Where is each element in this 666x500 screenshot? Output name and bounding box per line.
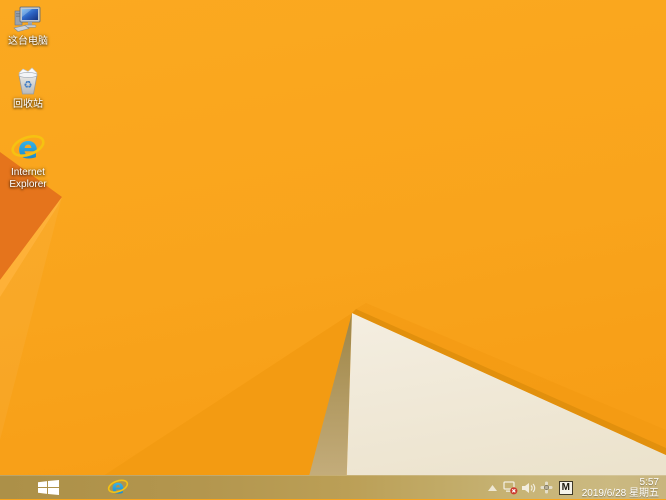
start-button[interactable]	[30, 476, 66, 500]
show-hidden-icons-button[interactable]	[485, 476, 501, 500]
speaker-icon	[521, 482, 535, 493]
clock-date: 2019/6/28 星期五	[581, 487, 659, 499]
clock-time: 5:57	[639, 476, 659, 488]
internet-explorer-icon: e	[11, 131, 45, 165]
cross-utility-icon	[540, 481, 553, 494]
desktop-icon-recycle-bin[interactable]: ♻ 回收站	[0, 65, 56, 111]
this-pc-icon	[13, 6, 41, 32]
svg-text:♻: ♻	[24, 80, 33, 91]
windows-logo-icon	[37, 480, 59, 495]
desktop-icon-this-pc[interactable]: 这台电脑	[0, 4, 56, 48]
desktop[interactable]: 这台电脑 ♻ 回收站 e Internet Explorer e M 5:57 …	[0, 0, 666, 499]
internet-explorer-icon: e	[107, 478, 129, 498]
desktop-icon-label: 回收站	[13, 99, 43, 110]
taskbar-clock[interactable]: 5:57 2019/6/28 星期五	[582, 477, 659, 499]
wallpaper-image	[0, 0, 666, 499]
desktop-icon-internet-explorer[interactable]: e Internet Explorer	[0, 131, 56, 191]
network-disconnected-icon	[503, 480, 518, 494]
recycle-bin-icon: ♻	[18, 67, 38, 95]
network-status-button[interactable]	[503, 476, 519, 500]
hardware-utility-button[interactable]	[539, 476, 555, 500]
volume-button[interactable]	[521, 476, 537, 500]
chevron-up-icon	[488, 484, 498, 491]
desktop-icon-label: 这台电脑	[8, 36, 48, 47]
system-tray: M 5:57 2019/6/28 星期五	[485, 476, 666, 500]
taskbar: e M 5:57 2019/6/28 星期五	[0, 475, 666, 499]
desktop-icon-label: Internet Explorer	[9, 167, 47, 190]
ime-indicator[interactable]: M	[558, 480, 573, 495]
taskbar-internet-explorer-button[interactable]: e	[96, 476, 140, 500]
